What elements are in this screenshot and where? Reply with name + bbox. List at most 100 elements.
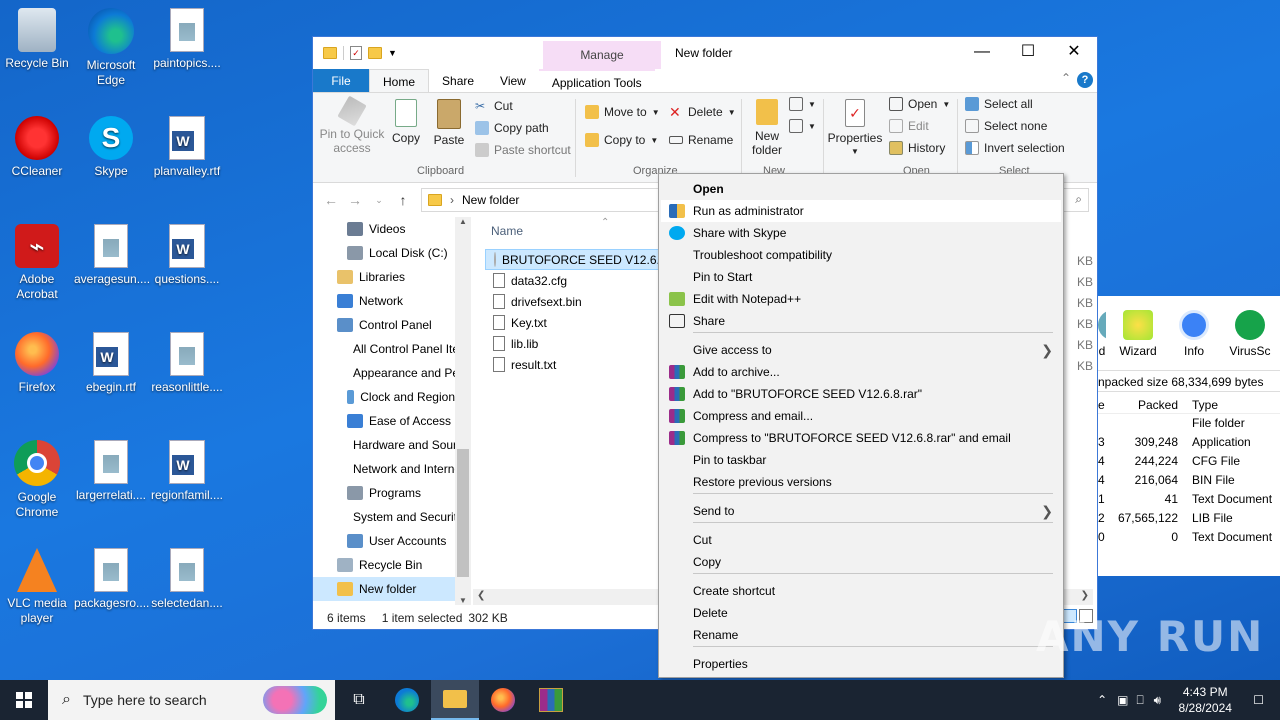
cut-button[interactable]: ✂ Cut [475,99,513,113]
ccleaner-desktop-icon[interactable]: CCleaner [0,116,74,179]
menu-item-cut[interactable]: Cut [661,529,1061,551]
tab-file[interactable]: File [313,69,369,92]
rename-button[interactable]: Rename [669,133,733,147]
taskbar-edge[interactable] [383,680,431,720]
start-button[interactable] [0,680,48,720]
file-desktop-icon[interactable]: reasonlittle.... [150,332,224,395]
menu-item-compress-and-email[interactable]: Compress and email... [661,405,1061,427]
history-button[interactable]: History [889,141,945,155]
virusscan-button[interactable]: VirusSc [1226,310,1274,370]
file-desktop-icon[interactable]: paintopics.... [150,8,224,71]
copy-button[interactable]: Copy [389,99,423,145]
archive-row[interactable]: 0 0 Text Document [1098,528,1280,547]
archive-row[interactable]: 4 216,064 BIN File [1098,471,1280,490]
archive-row[interactable]: 2 67,565,122 LIB File [1098,509,1280,528]
collapse-ribbon-icon[interactable]: ⌃ [1061,71,1071,85]
wizard-button[interactable]: Wizard [1114,310,1162,370]
file-row[interactable]: Key.txt [485,312,661,333]
recent-locations-button[interactable]: ⌄ [367,195,391,206]
notification-icon[interactable]: ☐ [1243,693,1280,707]
nav-item-user-accounts[interactable]: User Accounts [313,529,455,553]
file-row[interactable]: BRUTOFORCE SEED V12.6.8.exe [485,249,661,270]
nav-item-clock-and-region[interactable]: Clock and Region [313,385,455,409]
tab-application-tools[interactable]: Application Tools [538,69,655,92]
tab-home[interactable]: Home [369,69,430,92]
menu-item-delete[interactable]: Delete [661,602,1061,624]
file-row[interactable]: drivefsext.bin [485,291,661,312]
menu-item-troubleshoot-compatibility[interactable]: Troubleshoot compatibility [661,244,1061,266]
taskbar-file-explorer[interactable] [431,680,479,720]
nav-item-appearance[interactable]: Appearance and Personalization [313,361,455,385]
skype-desktop-icon[interactable]: S Skype [74,116,148,179]
taskbar-firefox[interactable] [479,680,527,720]
menu-item-run-as-administrator[interactable]: Run as administrator [661,200,1061,222]
paste-shortcut-button[interactable]: Paste shortcut [475,143,571,157]
vlc-desktop-icon[interactable]: VLC media player [0,548,74,626]
archive-row[interactable]: 1 41 Text Document [1098,490,1280,509]
nav-item-recycle-bin[interactable]: Recycle Bin [313,553,455,577]
toolbar-button[interactable]: d [1098,310,1106,370]
minimize-button[interactable]: — [959,37,1005,67]
nav-item-new-folder[interactable]: New folder [313,577,455,601]
menu-item-copy[interactable]: Copy [661,551,1061,573]
chrome-desktop-icon[interactable]: Google Chrome [0,440,74,520]
menu-item-create-shortcut[interactable]: Create shortcut [661,580,1061,602]
nav-item-ease-of-access[interactable]: Ease of Access [313,409,455,433]
nav-item-system-and-security[interactable]: System and Security [313,505,455,529]
properties-quick-icon[interactable]: ✓ [350,46,362,60]
tab-share[interactable]: Share [429,69,487,92]
copy-path-button[interactable]: Copy path [475,121,549,135]
volume-icon[interactable]: 🔊︎ [1148,693,1168,708]
recycle-bin-desktop-icon[interactable]: Recycle Bin [0,8,74,71]
menu-item-share-with-skype[interactable]: Share with Skype [661,222,1061,244]
packed-column-header[interactable]: Packed [1108,398,1184,413]
archive-row[interactable]: 4 244,224 CFG File [1098,452,1280,471]
customize-quick-access-icon[interactable]: ▼ [388,48,397,58]
menu-item-add-to-archive[interactable]: Add to archive... [661,361,1061,383]
back-button[interactable]: ← [319,192,343,208]
nav-item-local-disk[interactable]: Local Disk (C:) [313,241,455,265]
file-desktop-icon[interactable]: averagesun.... [74,224,150,287]
properties-button[interactable]: ✓ Properties ▼ [827,99,883,159]
new-folder-quick-icon[interactable] [368,47,382,59]
nav-scrollbar[interactable]: ▲ ▼ [455,217,471,605]
open-button[interactable]: Open ▼ [889,97,950,111]
rtf-desktop-icon[interactable]: W planvalley.rtf [150,116,224,179]
file-row[interactable]: result.txt [485,354,661,375]
rtf-desktop-icon[interactable]: W questions.... [150,224,224,287]
menu-item-properties[interactable]: Properties [661,653,1061,675]
file-desktop-icon[interactable]: selectedan.... [150,548,224,611]
move-to-button[interactable]: Move to ▼ [585,105,660,119]
forward-button[interactable]: → [343,192,367,208]
invert-selection-button[interactable]: Invert selection [965,141,1065,155]
rtf-desktop-icon[interactable]: W ebegin.rtf [74,332,148,395]
show-hidden-icons-button[interactable]: ⌃ [1091,693,1113,707]
menu-item-restore-previous-versions[interactable]: Restore previous versions [661,471,1061,493]
nav-item-all-control-panel-items[interactable]: All Control Panel Items [313,337,455,361]
copy-to-button[interactable]: Copy to ▼ [585,133,658,147]
file-row[interactable]: lib.lib [485,333,661,354]
firefox-desktop-icon[interactable]: Firefox [0,332,74,395]
new-item-button[interactable]: ▼ [789,97,816,111]
menu-item-send-to[interactable]: Send to ❯ [661,500,1061,522]
menu-item-give-access-to[interactable]: Give access to ❯ [661,339,1061,361]
nav-item-network-and-internet[interactable]: Network and Internet [313,457,455,481]
nav-item-control-panel[interactable]: Control Panel [313,313,455,337]
network-icon[interactable]: ⎕ [1132,693,1147,708]
archive-row[interactable]: 3 309,248 Application [1098,433,1280,452]
taskbar-search-box[interactable]: ⌕ Type here to search [48,680,335,720]
address-bar[interactable]: › New folder [421,188,661,212]
taskbar-winrar[interactable] [527,680,575,720]
menu-item-edit-with-notepad[interactable]: Edit with Notepad++ [661,288,1061,310]
close-button[interactable]: ✕ [1051,37,1097,67]
select-none-button[interactable]: Select none [965,119,1047,133]
nav-item-programs[interactable]: Programs [313,481,455,505]
nav-item-videos[interactable]: Videos [313,217,455,241]
menu-item-add-to-rar[interactable]: Add to "BRUTOFORCE SEED V12.6.8.rar" [661,383,1061,405]
rtf-desktop-icon[interactable]: W regionfamil.... [150,440,224,503]
menu-item-pin-to-start[interactable]: Pin to Start [661,266,1061,288]
nav-item-libraries[interactable]: Libraries [313,265,455,289]
archive-row[interactable]: File folder [1098,414,1280,433]
file-row[interactable]: data32.cfg [485,270,661,291]
file-desktop-icon[interactable]: packagesro.... [74,548,149,611]
